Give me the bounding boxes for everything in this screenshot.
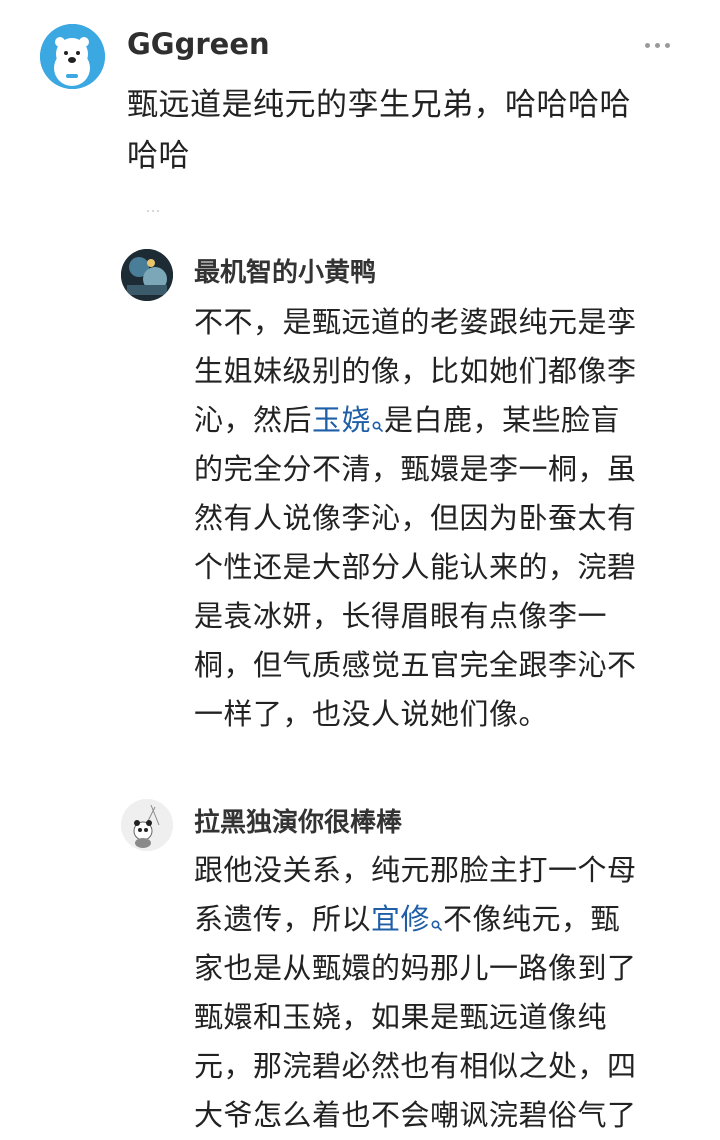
comment-line: 一样了，也没人说她们像。 [194,697,549,731]
divider-mark [147,210,161,216]
comment-line: 系遗传，所以宜修 不像纯元，甄 [194,895,637,944]
comment-line: 是袁冰妍，长得眉眼有点像李一 [194,599,608,633]
comment-line: 家也是从甄嬛的妈那儿一路像到了 [194,951,637,985]
duck-avatar-icon [121,249,173,301]
comment-line: 生姐妹级别的像，比如她们都像李 [194,354,637,388]
comment-line: 大爷怎么着也不会嘲讽浣碧俗气了 [194,1098,637,1132]
username[interactable]: 最机智的小黄鸭 [194,252,376,289]
username[interactable]: 拉黑独演你很棒棒 [194,802,402,839]
comment-line: 甄嬛和玉娆，如果是甄远道像纯 [194,1000,608,1034]
text-segment: 沁，然后 [194,403,313,437]
text-segment: 不像纯元，甄 [443,902,621,936]
avatar[interactable] [121,799,173,851]
more-options-icon[interactable] [645,43,670,48]
comment-line: 跟他没关系，纯元那脸主打一个母 [194,853,637,887]
comment-line: 个性还是大部分人能认来的，浣碧 [194,550,637,584]
comment-line: 的完全分不清，甄嬛是李一桐，虽 [194,452,637,486]
comment-line: 哈哈 [127,138,190,174]
comment-text: 不不，是甄远道的老婆跟纯元是孪 生姐妹级别的像，比如她们都像李 沁，然后玉娆 是白… [194,298,637,739]
comment-line: 然有人说像李沁，但因为卧蚕太有 [194,501,637,535]
comment-text: 甄远道是纯元的孪生兄弟，哈哈哈哈 哈哈 [127,80,631,182]
text-segment: 是白鹿，某些脸盲 [384,403,621,437]
search-link-yixiu[interactable]: 宜修 [371,902,430,936]
comment-line: 元，那浣碧必然也有相似之处，四 [194,1049,637,1083]
text-segment: 系遗传，所以 [194,902,372,936]
comment-text: 跟他没关系，纯元那脸主打一个母 系遗传，所以宜修 不像纯元，甄 家也是从甄嬛的妈那… [194,846,637,1140]
comment-line: 桐，但气质感觉五官完全跟李沁不 [194,648,637,682]
comment-line: 甄远道是纯元的孪生兄弟，哈哈哈哈 [127,87,631,123]
search-icon[interactable] [372,398,383,447]
avatar[interactable] [121,249,173,301]
comment-line: 沁，然后玉娆 是白鹿，某些脸盲 [194,396,637,445]
username[interactable]: GGgreen [127,27,270,61]
polar-bear-avatar-icon [40,24,105,89]
search-link-yurao[interactable]: 玉娆 [312,403,371,437]
comment-line: 不不，是甄远道的老婆跟纯元是孪 [194,305,637,339]
avatar[interactable] [40,24,105,89]
search-icon[interactable] [431,897,442,946]
panda-avatar-icon [121,799,173,851]
